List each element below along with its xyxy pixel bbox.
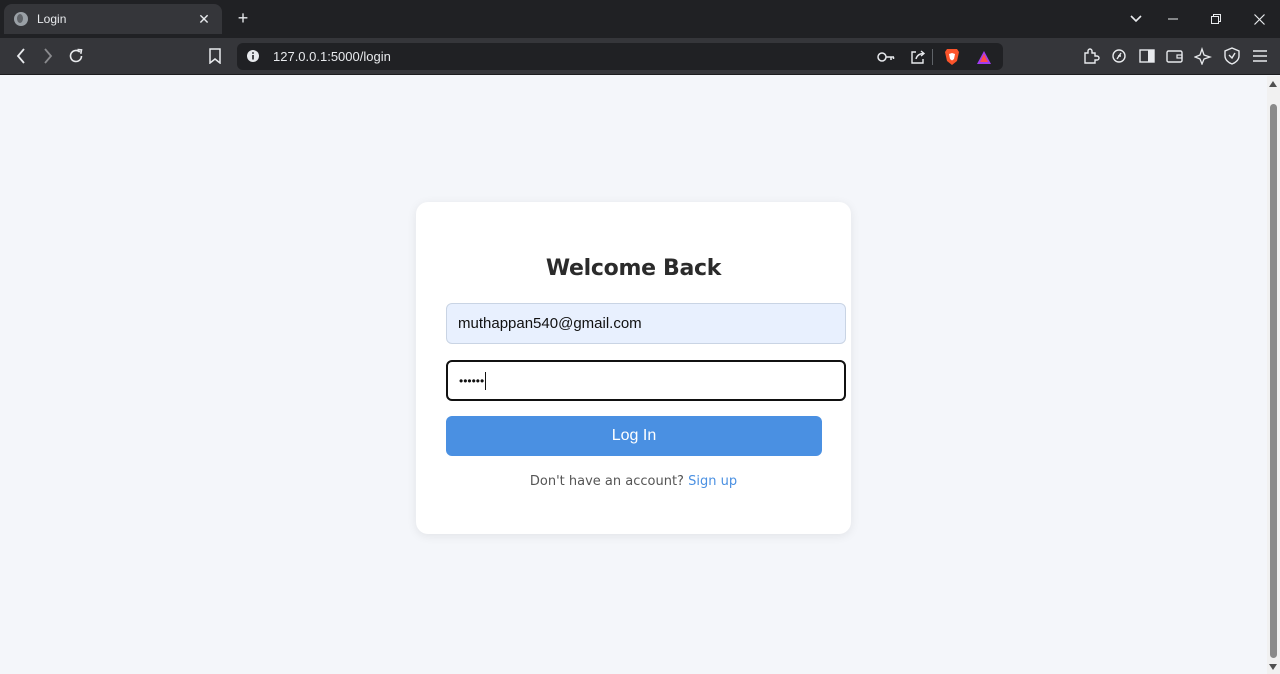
extensions-icon[interactable] [1080, 45, 1102, 67]
key-icon[interactable] [876, 47, 896, 67]
omnibox-divider [932, 49, 933, 65]
password-field[interactable]: •••••• [446, 360, 846, 401]
scroll-down-arrow-icon[interactable] [1269, 664, 1277, 670]
vertical-scrollbar[interactable] [1267, 76, 1280, 674]
new-tab-button[interactable]: + [233, 7, 253, 29]
bookmark-button[interactable] [204, 45, 226, 67]
back-button[interactable] [10, 45, 32, 67]
signup-link[interactable]: Sign up [688, 474, 737, 489]
scroll-thumb[interactable] [1270, 104, 1277, 658]
restore-button[interactable] [1205, 8, 1227, 30]
close-tab-icon[interactable]: ✕ [196, 11, 212, 28]
forward-button[interactable] [37, 45, 59, 67]
signup-prompt: Don't have an account? Sign up [416, 474, 851, 489]
login-button[interactable]: Log In [446, 416, 822, 456]
email-field[interactable]: muthappan540@gmail.com [446, 303, 846, 344]
browser-tab[interactable]: Login ✕ [4, 4, 222, 34]
text-caret [485, 371, 487, 390]
sidebar-icon[interactable] [1136, 45, 1158, 67]
url-text: 127.0.0.1:5000/login [273, 49, 391, 64]
leo-ai-icon[interactable] [1108, 45, 1130, 67]
share-icon[interactable] [908, 47, 928, 67]
browser-toolbar: 127.0.0.1:5000/login [0, 38, 1280, 75]
tab-title: Login [37, 12, 67, 26]
wallet-icon[interactable] [1164, 45, 1186, 67]
site-info-icon[interactable] [246, 49, 260, 63]
minimize-button[interactable] [1162, 8, 1184, 30]
signup-prompt-text: Don't have an account? [529, 474, 684, 489]
vpn-shield-icon[interactable] [1221, 45, 1243, 67]
brave-rewards-icon[interactable] [974, 47, 994, 67]
page-content: Welcome Back muthappan540@gmail.com ••••… [0, 76, 1267, 674]
menu-icon[interactable] [1249, 45, 1271, 67]
ai-sparkle-icon[interactable] [1192, 45, 1214, 67]
tab-strip: Login ✕ + [0, 0, 1280, 38]
close-window-button[interactable] [1248, 8, 1270, 30]
reload-button[interactable] [65, 45, 87, 67]
page-title: Welcome Back [545, 256, 722, 281]
brave-shields-icon[interactable] [942, 47, 962, 67]
tab-search-button[interactable] [1125, 8, 1147, 30]
scroll-up-arrow-icon[interactable] [1269, 81, 1277, 87]
globe-icon [14, 12, 28, 26]
address-bar[interactable]: 127.0.0.1:5000/login [237, 43, 1003, 70]
email-value: muthappan540@gmail.com [458, 315, 642, 332]
login-card: Welcome Back muthappan540@gmail.com ••••… [416, 202, 851, 534]
password-value: •••••• [459, 373, 485, 388]
